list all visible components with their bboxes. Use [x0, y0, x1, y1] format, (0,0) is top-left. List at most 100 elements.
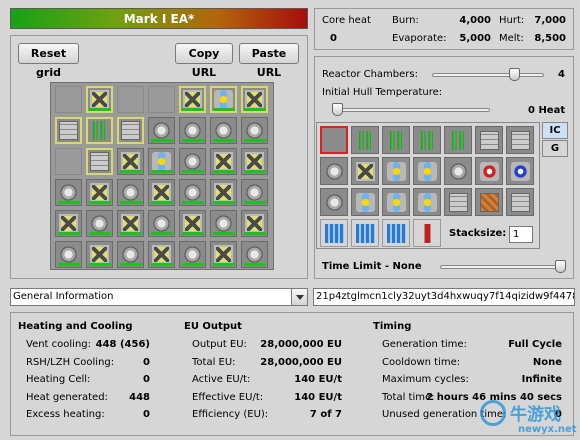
- grid-cell-empty[interactable]: [117, 86, 144, 113]
- grid-cell-heat-sink[interactable]: [210, 241, 237, 268]
- grid-cell-reactor-plate[interactable]: [86, 148, 113, 175]
- palette-containment-plate[interactable]: [506, 126, 534, 154]
- grid-cell-vent[interactable]: [179, 117, 206, 144]
- palette-rod-dual[interactable]: [382, 126, 410, 154]
- grid-cell-heat-sink[interactable]: [241, 86, 268, 113]
- durability-bar: [244, 139, 266, 142]
- eu-header: EU Output: [184, 321, 242, 332]
- info-type-select[interactable]: General Information: [10, 288, 308, 306]
- grid-cell-vent[interactable]: [117, 179, 144, 206]
- palette-core-vent[interactable]: [444, 157, 472, 185]
- palette-neutron-reflector[interactable]: [413, 219, 441, 247]
- paste-url-button[interactable]: Paste URL: [239, 43, 299, 79]
- palette-vent[interactable]: [320, 157, 348, 185]
- heating-row-value: 448 (456): [95, 339, 150, 350]
- durability-bar: [151, 201, 173, 204]
- palette-plating[interactable]: [506, 188, 534, 216]
- grid-cell-vent[interactable]: [241, 241, 268, 268]
- palette-coolant-cell[interactable]: [413, 157, 441, 185]
- grid-cell-vent[interactable]: [179, 148, 206, 175]
- grid-cell-heat-sink[interactable]: [241, 210, 268, 237]
- grid-cell-heat-exchanger[interactable]: [148, 148, 175, 175]
- tab-g[interactable]: G: [542, 140, 568, 157]
- reset-grid-button[interactable]: Reset grid: [18, 43, 79, 79]
- grid-cell-vent[interactable]: [55, 179, 82, 206]
- chevron-down-icon[interactable]: [291, 289, 307, 305]
- grid-cell-empty[interactable]: [55, 148, 82, 175]
- palette-component-vent[interactable]: [351, 188, 379, 216]
- reactor-code-field[interactable]: 21p4ztglmcn1cly32uyt3d4hxwuqy7f14qizidw9…: [313, 288, 575, 306]
- durability-bar: [182, 263, 204, 266]
- grid-cell-heat-sink[interactable]: [86, 241, 113, 268]
- grid-cell-heat-sink[interactable]: [117, 210, 144, 237]
- grid-cell-vent[interactable]: [241, 117, 268, 144]
- hull-temp-slider[interactable]: [332, 108, 490, 112]
- palette-lapis-condensator[interactable]: [506, 157, 534, 185]
- grid-cell-heat-sink[interactable]: [86, 86, 113, 113]
- grid-cell-vent[interactable]: [86, 210, 113, 237]
- grid-cell-heat-sink[interactable]: [210, 179, 237, 206]
- eu-row-label: Output EU:: [192, 339, 247, 350]
- palette-rod-single[interactable]: [351, 126, 379, 154]
- palette-iridium-reflector[interactable]: [475, 188, 503, 216]
- grid-cell-vent[interactable]: [148, 210, 175, 237]
- grid-cell-fuel-rod[interactable]: [86, 117, 113, 144]
- grid-cell-vent[interactable]: [179, 241, 206, 268]
- grid-cell-heat-sink[interactable]: [179, 210, 206, 237]
- grid-cell-empty[interactable]: [55, 86, 82, 113]
- tab-ic[interactable]: IC: [542, 122, 568, 139]
- grid-cell-reactor-plate[interactable]: [55, 117, 82, 144]
- reactor-plate-icon: [59, 121, 78, 140]
- time-limit-slider-thumb[interactable]: [555, 260, 566, 273]
- grid-cell-vent[interactable]: [55, 241, 82, 268]
- palette-empty[interactable]: [320, 126, 348, 154]
- grid-cell-empty[interactable]: [148, 86, 175, 113]
- grid-cell-heat-sink[interactable]: [241, 148, 268, 175]
- reactor-grid[interactable]: [50, 82, 274, 270]
- watermark-brand: 牛游戏: [510, 405, 561, 425]
- palette-reactor-plate[interactable]: [475, 126, 503, 154]
- grid-cell-vent[interactable]: [117, 241, 144, 268]
- palette-coolant-60k[interactable]: [382, 219, 410, 247]
- grid-cell-vent[interactable]: [179, 179, 206, 206]
- grid-cell-vent[interactable]: [210, 210, 237, 237]
- core-vent-icon: [449, 162, 468, 181]
- grid-cell-vent[interactable]: [210, 117, 237, 144]
- core-exchanger-icon: [418, 193, 437, 212]
- palette-coolant-30k[interactable]: [351, 219, 379, 247]
- grid-cell-heat-sink[interactable]: [148, 179, 175, 206]
- palette-advanced-exchanger[interactable]: [382, 188, 410, 216]
- palette-rod-depleted[interactable]: [444, 126, 472, 154]
- grid-cell-heat-exchanger[interactable]: [210, 86, 237, 113]
- durability-bar: [151, 232, 173, 235]
- component-palette[interactable]: [316, 122, 540, 249]
- grid-cell-heat-sink[interactable]: [179, 86, 206, 113]
- grid-cell-heat-sink[interactable]: [117, 148, 144, 175]
- durability-bar: [213, 170, 235, 173]
- chambers-slider-thumb[interactable]: [508, 68, 520, 81]
- grid-cell-vent[interactable]: [241, 179, 268, 206]
- hull-temp-slider-thumb[interactable]: [332, 103, 343, 116]
- palette-coolant-10k[interactable]: [320, 219, 348, 247]
- vent-icon: [183, 121, 202, 140]
- grid-cell-vent[interactable]: [148, 117, 175, 144]
- palette-heat-sink[interactable]: [351, 157, 379, 185]
- durability-bar: [244, 232, 266, 235]
- grid-cell-heat-sink[interactable]: [55, 210, 82, 237]
- stacksize-input[interactable]: 1: [509, 226, 533, 243]
- time-limit-slider[interactable]: [440, 265, 566, 269]
- info-type-value: General Information: [13, 291, 114, 302]
- palette-rod-quad[interactable]: [413, 126, 441, 154]
- palette-overclocked-vent[interactable]: [320, 188, 348, 216]
- grid-cell-heat-sink[interactable]: [86, 179, 113, 206]
- palette-reflector[interactable]: [444, 188, 472, 216]
- grid-cell-heat-sink[interactable]: [210, 148, 237, 175]
- vent-icon: [59, 245, 78, 264]
- copy-url-button[interactable]: Copy URL: [175, 43, 233, 79]
- grid-cell-heat-sink[interactable]: [148, 241, 175, 268]
- palette-red-condensator[interactable]: [475, 157, 503, 185]
- chambers-slider[interactable]: [432, 73, 544, 77]
- palette-core-exchanger[interactable]: [413, 188, 441, 216]
- grid-cell-reactor-plate[interactable]: [117, 117, 144, 144]
- palette-heat-exchanger[interactable]: [382, 157, 410, 185]
